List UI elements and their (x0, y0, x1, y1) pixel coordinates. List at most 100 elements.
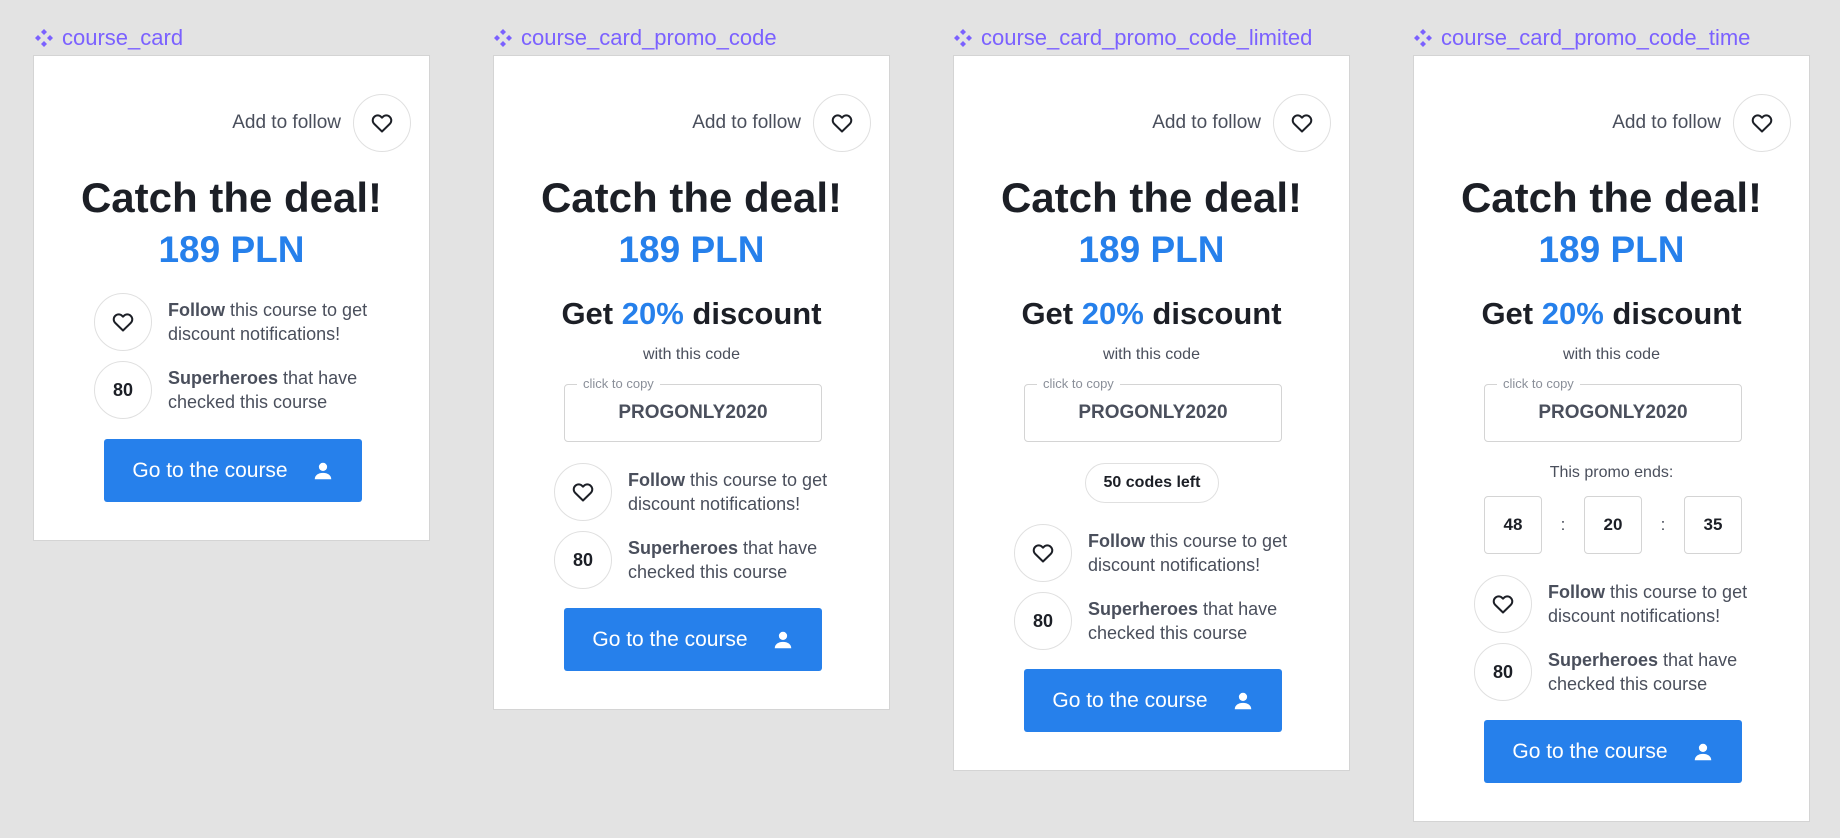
frame-name: course_card (62, 25, 184, 50)
heroes-info-text: Superheroes that have checked this cours… (1088, 597, 1319, 645)
follow-heart-button[interactable] (1733, 94, 1791, 152)
user-icon (1692, 741, 1714, 763)
heart-icon (830, 111, 854, 135)
heart-icon (111, 310, 135, 334)
go-to-course-button[interactable]: Go to the course (1484, 720, 1742, 783)
heroes-info-text: Superheroes that have checked this cours… (168, 366, 399, 414)
follow-heart-button[interactable] (813, 94, 871, 152)
frame-name: course_card_promo_code (521, 25, 777, 50)
headline: Catch the deal! (540, 174, 843, 221)
timer-hours: 48 (1484, 496, 1542, 554)
component-diamond-icon (1413, 28, 1433, 48)
promo-code-copy-field[interactable]: click to copy PROGONLY2020 (564, 376, 822, 442)
heroes-info-bold: Superheroes (1548, 650, 1659, 670)
discount-suffix: discount (1143, 296, 1282, 331)
frame-label-course-card-promo-code: course_card_promo_code (493, 24, 777, 52)
add-to-follow: Add to follow (1152, 94, 1331, 152)
with-code-label: with this code (1563, 346, 1660, 363)
user-icon (772, 629, 794, 651)
click-to-copy-hint: click to copy (577, 376, 660, 391)
promo-code: PROGONLY2020 (1538, 402, 1688, 423)
countdown-timer: 48 : 20 : 35 (1484, 496, 1742, 554)
follow-info: Follow this course to get discount notif… (554, 463, 859, 521)
heroes-count: 80 (554, 531, 612, 589)
headline: Catch the deal! (1460, 174, 1763, 221)
add-to-follow: Add to follow (232, 94, 411, 152)
frame-label-course-card-promo-code-limited: course_card_promo_code_limited (953, 24, 1312, 52)
heart-badge (1014, 524, 1072, 582)
follow-info-bold: Follow (168, 300, 225, 320)
heroes-info: 80 Superheroes that have checked this co… (1474, 643, 1779, 701)
promo-code-copy-field[interactable]: click to copy PROGONLY2020 (1484, 376, 1742, 442)
heroes-count: 80 (94, 361, 152, 419)
with-code-label: with this code (1103, 346, 1200, 363)
heroes-info-text: Superheroes that have checked this cours… (1548, 648, 1779, 696)
add-to-follow: Add to follow (1612, 94, 1791, 152)
heart-badge (94, 293, 152, 351)
follow-info-text: Follow this course to get discount notif… (628, 468, 859, 516)
follow-info-bold: Follow (628, 470, 685, 490)
price: 189 PLN (1078, 229, 1225, 270)
promo-code: PROGONLY2020 (1078, 402, 1228, 423)
follow-info-bold: Follow (1548, 582, 1605, 602)
follow-info-bold: Follow (1088, 531, 1145, 551)
price: 189 PLN (1538, 229, 1685, 270)
course-card: Add to follow Catch the deal! 189 PLN Fo… (33, 55, 430, 541)
follow-info: Follow this course to get discount notif… (1474, 575, 1779, 633)
heart-badge (1474, 575, 1532, 633)
course-card-promo-code-limited: Add to follow Catch the deal! 189 PLN Ge… (953, 55, 1350, 771)
timer-minutes: 20 (1584, 496, 1642, 554)
click-to-copy-hint: click to copy (1037, 376, 1120, 391)
price: 189 PLN (158, 229, 305, 270)
discount-heading: Get 20% discount (494, 296, 889, 332)
add-to-follow-label[interactable]: Add to follow (692, 112, 801, 134)
component-diamond-icon (953, 28, 973, 48)
discount-prefix: Get (1021, 296, 1082, 331)
heroes-info-bold: Superheroes (168, 368, 279, 388)
go-to-course-button[interactable]: Go to the course (1024, 669, 1282, 732)
cta-label: Go to the course (1512, 739, 1668, 763)
timer-seconds: 35 (1684, 496, 1742, 554)
discount-percent: 20% (1541, 296, 1604, 331)
heroes-info-bold: Superheroes (1088, 599, 1199, 619)
heroes-info: 80 Superheroes that have checked this co… (554, 531, 859, 589)
heroes-info-bold: Superheroes (628, 538, 739, 558)
follow-info-text: Follow this course to get discount notif… (1088, 529, 1319, 577)
course-card-promo-code-time: Add to follow Catch the deal! 189 PLN Ge… (1413, 55, 1810, 822)
user-icon (312, 460, 334, 482)
heroes-count: 80 (1474, 643, 1532, 701)
promo-ends-label: This promo ends: (1549, 464, 1674, 481)
discount-prefix: Get (1481, 296, 1542, 331)
add-to-follow-label[interactable]: Add to follow (232, 112, 341, 134)
with-code-label: with this code (643, 346, 740, 363)
follow-info: Follow this course to get discount notif… (94, 293, 399, 351)
user-icon (1232, 690, 1254, 712)
heart-icon (370, 111, 394, 135)
add-to-follow-label[interactable]: Add to follow (1152, 112, 1261, 134)
discount-percent: 20% (621, 296, 684, 331)
follow-info-text: Follow this course to get discount notif… (168, 298, 399, 346)
add-to-follow: Add to follow (692, 94, 871, 152)
heart-icon (1031, 541, 1055, 565)
cta-label: Go to the course (592, 627, 748, 651)
frame-label-course-card-promo-code-time: course_card_promo_code_time (1413, 24, 1750, 52)
heart-badge (554, 463, 612, 521)
cta-label: Go to the course (1052, 688, 1208, 712)
course-card-promo-code: Add to follow Catch the deal! 189 PLN Ge… (493, 55, 890, 710)
follow-heart-button[interactable] (1273, 94, 1331, 152)
heroes-info: 80 Superheroes that have checked this co… (1014, 592, 1319, 650)
add-to-follow-label[interactable]: Add to follow (1612, 112, 1721, 134)
discount-suffix: discount (683, 296, 822, 331)
heart-icon (1290, 111, 1314, 135)
go-to-course-button[interactable]: Go to the course (564, 608, 822, 671)
discount-percent: 20% (1081, 296, 1144, 331)
heart-icon (1750, 111, 1774, 135)
follow-heart-button[interactable] (353, 94, 411, 152)
cta-label: Go to the course (132, 458, 288, 482)
headline: Catch the deal! (1000, 174, 1303, 221)
discount-prefix: Get (561, 296, 622, 331)
promo-code-copy-field[interactable]: click to copy PROGONLY2020 (1024, 376, 1282, 442)
heroes-info: 80 Superheroes that have checked this co… (94, 361, 399, 419)
go-to-course-button[interactable]: Go to the course (104, 439, 362, 502)
discount-heading: Get 20% discount (1414, 296, 1809, 332)
